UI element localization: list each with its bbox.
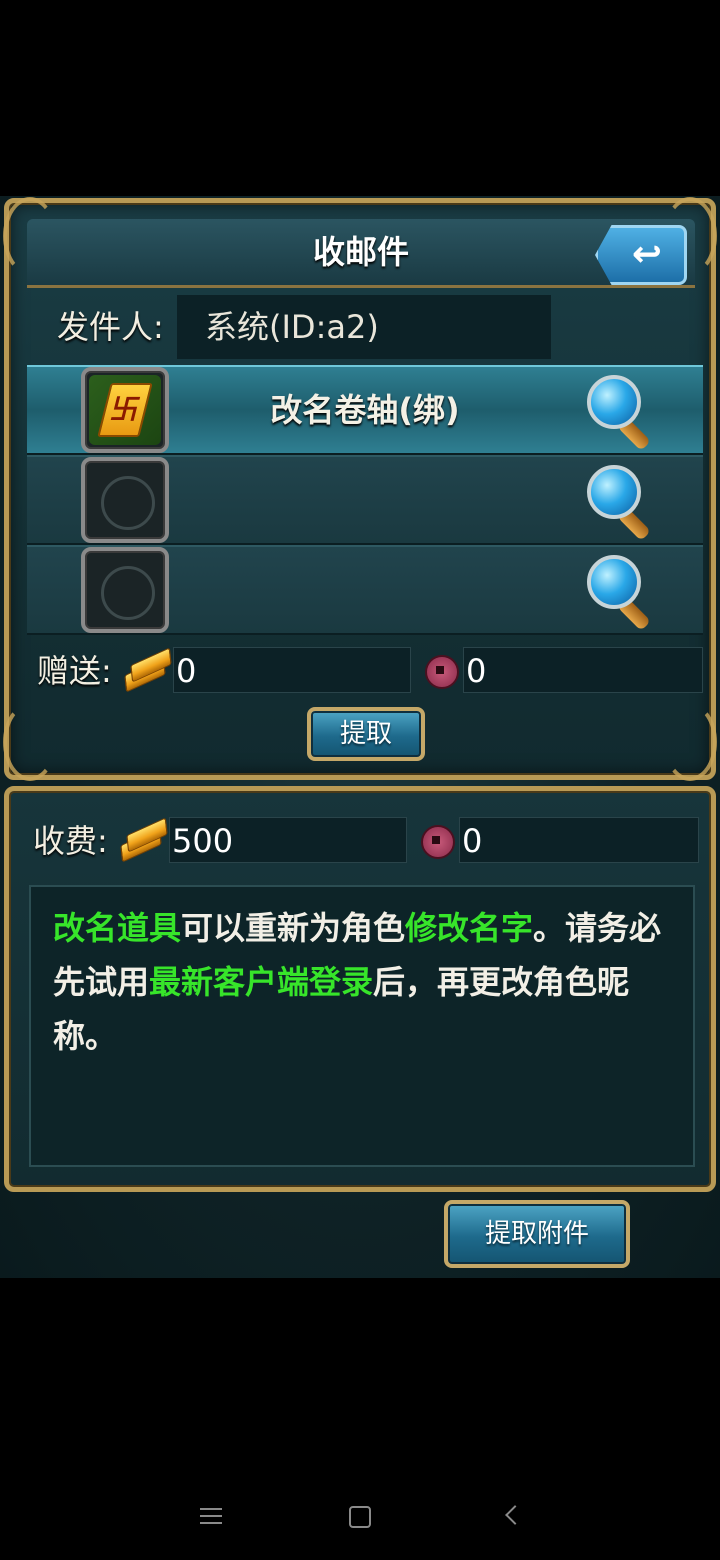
attachment-row-1[interactable]: 卐 改名卷轴(绑) bbox=[27, 365, 703, 455]
fee-panel: 收费: 500 0 改名道具可以重新为角色修改名字。请务必先试用最新客户端登录后… bbox=[4, 786, 716, 1192]
fee-label: 收费: bbox=[33, 822, 108, 860]
item-name: 改名卷轴(绑) bbox=[270, 391, 460, 429]
gift-coin-field: 0 bbox=[463, 647, 703, 693]
game-screen: 收邮件 ↩ 发件人: 系统(ID:a2) 卐 改名卷轴(绑) 赠送: 0 0 提… bbox=[0, 0, 720, 1560]
desc-segment-2: 可以重新为角色 bbox=[181, 909, 406, 947]
attachment-row-3[interactable] bbox=[27, 545, 703, 635]
magnifier-icon[interactable] bbox=[583, 553, 659, 631]
gold-ingot-icon bbox=[117, 817, 168, 863]
return-arrow-icon: ↩ bbox=[631, 234, 663, 275]
back-nav-icon[interactable] bbox=[505, 1505, 525, 1525]
desc-segment-3: 修改名字 bbox=[405, 909, 534, 947]
magnifier-icon[interactable] bbox=[583, 373, 659, 451]
fee-gold-field: 500 bbox=[169, 817, 407, 863]
gift-label: 赠送: bbox=[37, 652, 112, 690]
desc-segment-5: 最新客户端登录 bbox=[149, 963, 374, 1001]
item-slot[interactable]: 卐 bbox=[81, 367, 169, 453]
empty-slot[interactable] bbox=[81, 547, 169, 633]
coin-icon bbox=[425, 655, 459, 689]
gift-gold-field: 0 bbox=[173, 647, 411, 693]
magnifier-icon[interactable] bbox=[583, 463, 659, 541]
attachment-row-2[interactable] bbox=[27, 455, 703, 545]
sender-field: 系统(ID:a2) bbox=[177, 295, 551, 359]
title-bar: 收邮件 ↩ bbox=[27, 219, 695, 288]
empty-slot-icon bbox=[101, 566, 155, 620]
ornament-corner-bottom-right bbox=[663, 703, 717, 781]
menu-icon[interactable] bbox=[200, 1508, 222, 1524]
home-icon[interactable] bbox=[349, 1506, 371, 1528]
gold-ingot-icon bbox=[121, 647, 172, 693]
extract-attachment-button[interactable]: 提取附件 bbox=[444, 1200, 630, 1268]
ornament-corner-bottom-left bbox=[3, 703, 57, 781]
gift-row: 赠送: 0 0 bbox=[35, 647, 707, 695]
back-button[interactable]: ↩ bbox=[595, 225, 687, 285]
page-title: 收邮件 bbox=[312, 233, 409, 271]
sender-label: 发件人: bbox=[57, 308, 164, 346]
description-box: 改名道具可以重新为角色修改名字。请务必先试用最新客户端登录后，再更改角色昵称。 bbox=[29, 885, 695, 1167]
rename-scroll-icon: 卐 bbox=[89, 375, 161, 445]
system-nav-bar bbox=[0, 1470, 720, 1560]
fee-coin-field: 0 bbox=[459, 817, 699, 863]
empty-slot-icon bbox=[101, 476, 155, 530]
desc-segment-1: 改名道具 bbox=[53, 909, 182, 947]
empty-slot[interactable] bbox=[81, 457, 169, 543]
fee-row: 收费: 500 0 bbox=[31, 817, 703, 865]
mail-panel: 收邮件 ↩ 发件人: 系统(ID:a2) 卐 改名卷轴(绑) 赠送: 0 0 提… bbox=[3, 197, 717, 781]
extract-button[interactable]: 提取 bbox=[307, 707, 425, 761]
coin-icon bbox=[421, 825, 455, 859]
